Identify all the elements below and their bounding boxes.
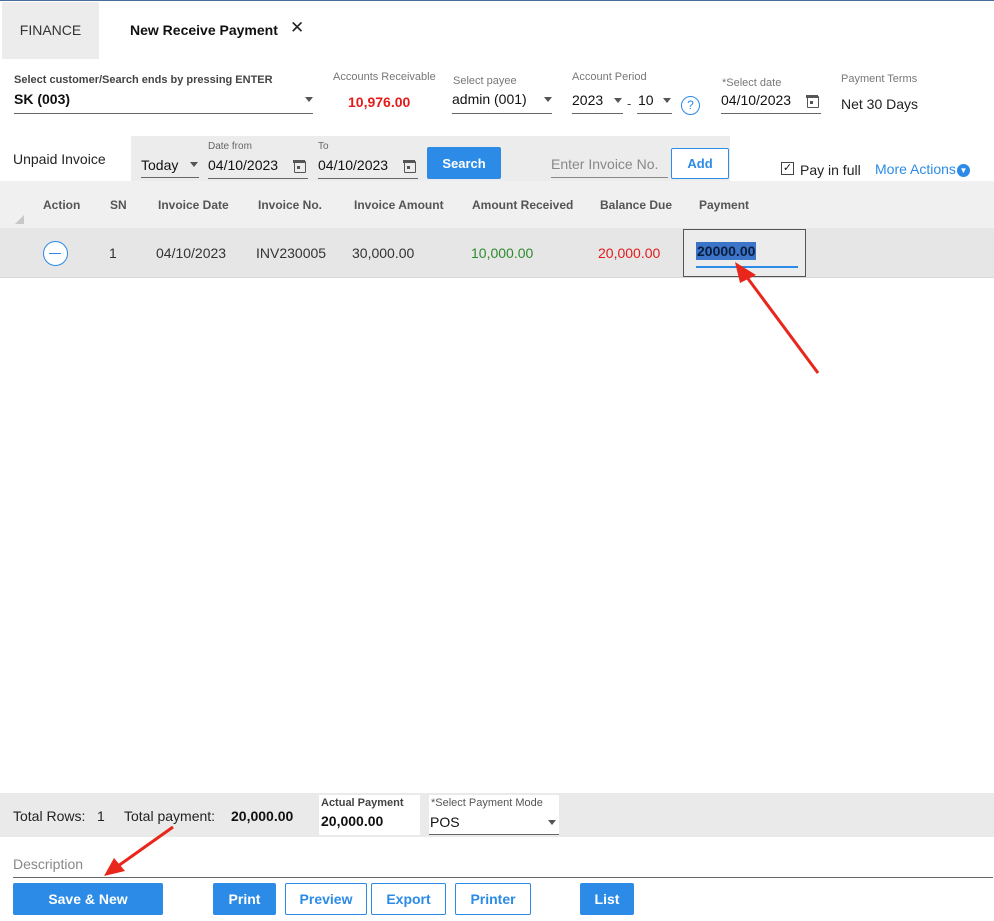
payment-mode-select[interactable]: *Select Payment Mode POS: [429, 795, 559, 835]
select-date-value: 04/10/2023: [721, 92, 792, 108]
payment-input[interactable]: 20000.00: [696, 242, 798, 268]
date-to-field[interactable]: 04/10/2023: [318, 153, 418, 179]
table-corner-icon: [15, 215, 24, 224]
total-payment-label: Total payment:: [124, 808, 216, 824]
column-header-action: Action: [43, 198, 81, 212]
period-year-select[interactable]: 2023: [572, 88, 623, 114]
pay-in-full-checkbox[interactable]: ✓: [781, 162, 794, 175]
date-from-field[interactable]: 04/10/2023: [208, 153, 308, 179]
calendar-icon[interactable]: [806, 95, 819, 108]
chevron-down-icon: [663, 98, 671, 103]
payment-mode-value: POS: [430, 814, 460, 830]
column-header-invoice-amount: Invoice Amount: [354, 198, 444, 212]
search-button[interactable]: Search: [427, 147, 501, 179]
customer-select[interactable]: SK (003): [14, 88, 313, 114]
chevron-down-icon: [544, 97, 552, 102]
invoice-number-input[interactable]: [551, 150, 668, 178]
help-icon[interactable]: ?: [681, 96, 700, 115]
chevron-down-icon: [614, 98, 622, 103]
list-button[interactable]: List: [580, 883, 634, 915]
period-month-select[interactable]: 10: [637, 88, 672, 114]
cell-invoice-amount: 30,000.00: [352, 245, 415, 261]
total-rows-value: 1: [97, 808, 105, 824]
column-header-balance-due: Balance Due: [600, 198, 673, 212]
chevron-down-icon: [548, 820, 556, 825]
preview-button[interactable]: Preview: [285, 883, 367, 915]
cell-amount-received: 10,000.00: [471, 245, 534, 261]
more-actions-button[interactable]: More Actions ▼: [875, 161, 970, 177]
period-year-value: 2023: [572, 92, 604, 108]
column-header-invoice-no: Invoice No.: [258, 198, 323, 212]
annotation-arrow-payment: [735, 262, 820, 374]
chevron-down-icon: ▼: [956, 164, 970, 177]
customer-label: Select customer/Search ends by pressing …: [14, 74, 273, 86]
date-to-label: To: [318, 141, 329, 152]
total-payment-value: 20,000.00: [231, 808, 294, 824]
date-from-label: Date from: [208, 141, 252, 152]
tab-label: New Receive Payment: [130, 22, 278, 38]
save-and-new-button[interactable]: Save & New: [13, 883, 163, 915]
actual-payment-label: Actual Payment: [321, 797, 404, 809]
select-date-field[interactable]: 04/10/2023: [721, 88, 821, 114]
payment-terms-label: Payment Terms: [841, 73, 918, 85]
remove-row-icon[interactable]: [43, 241, 68, 266]
accounts-receivable-label: Accounts Receivable: [333, 71, 436, 83]
calendar-icon[interactable]: [293, 160, 306, 173]
chevron-down-icon: [190, 162, 198, 167]
add-invoice-button[interactable]: Add: [671, 148, 729, 179]
description-input[interactable]: Description: [13, 856, 993, 878]
top-border: [0, 0, 994, 1]
date-from-value: 04/10/2023: [208, 157, 279, 173]
cell-sn: 1: [109, 245, 117, 261]
payee-label: Select payee: [453, 75, 517, 87]
column-header-invoice-date: Invoice Date: [158, 198, 229, 212]
date-to-value: 04/10/2023: [318, 157, 389, 173]
tab-finance[interactable]: FINANCE: [2, 2, 99, 59]
payee-select[interactable]: admin (001): [452, 88, 552, 114]
column-header-payment: Payment: [699, 198, 750, 212]
more-actions-label: More Actions: [875, 161, 956, 177]
printer-button[interactable]: Printer: [455, 883, 531, 915]
export-button[interactable]: Export: [371, 883, 446, 915]
print-button[interactable]: Print: [213, 883, 276, 915]
chevron-down-icon: [305, 97, 313, 102]
cell-balance-due: 20,000.00: [598, 245, 661, 261]
payment-mode-label: *Select Payment Mode: [431, 797, 543, 809]
date-range-select[interactable]: Today: [141, 152, 199, 178]
tab-new-receive-payment[interactable]: New Receive Payment ✕: [106, 2, 316, 59]
column-header-sn: SN: [110, 198, 127, 212]
close-icon[interactable]: ✕: [290, 0, 304, 56]
total-rows-label: Total Rows:: [13, 808, 86, 824]
accounts-receivable-value: 10,976.00: [348, 94, 411, 110]
date-range-value: Today: [141, 157, 179, 173]
actual-payment-value: 20,000.00: [321, 813, 384, 829]
payment-input-value: 20000.00: [696, 242, 757, 260]
period-separator: -: [627, 96, 632, 111]
cell-invoice-no: INV230005: [256, 245, 327, 261]
period-month-value: 10: [638, 92, 654, 108]
payee-value: admin (001): [452, 91, 527, 107]
calendar-icon[interactable]: [403, 160, 416, 173]
column-header-amount-received: Amount Received: [472, 198, 574, 212]
customer-value: SK (003): [14, 91, 71, 107]
payment-cell: 20000.00: [683, 229, 806, 277]
actual-payment-field[interactable]: Actual Payment 20,000.00: [319, 795, 420, 835]
payment-terms-value: Net 30 Days: [841, 96, 919, 112]
account-period-label: Account Period: [572, 71, 647, 83]
unpaid-invoice-label: Unpaid Invoice: [13, 151, 106, 167]
pay-in-full-label: Pay in full: [800, 162, 861, 178]
cell-invoice-date: 04/10/2023: [156, 245, 227, 261]
